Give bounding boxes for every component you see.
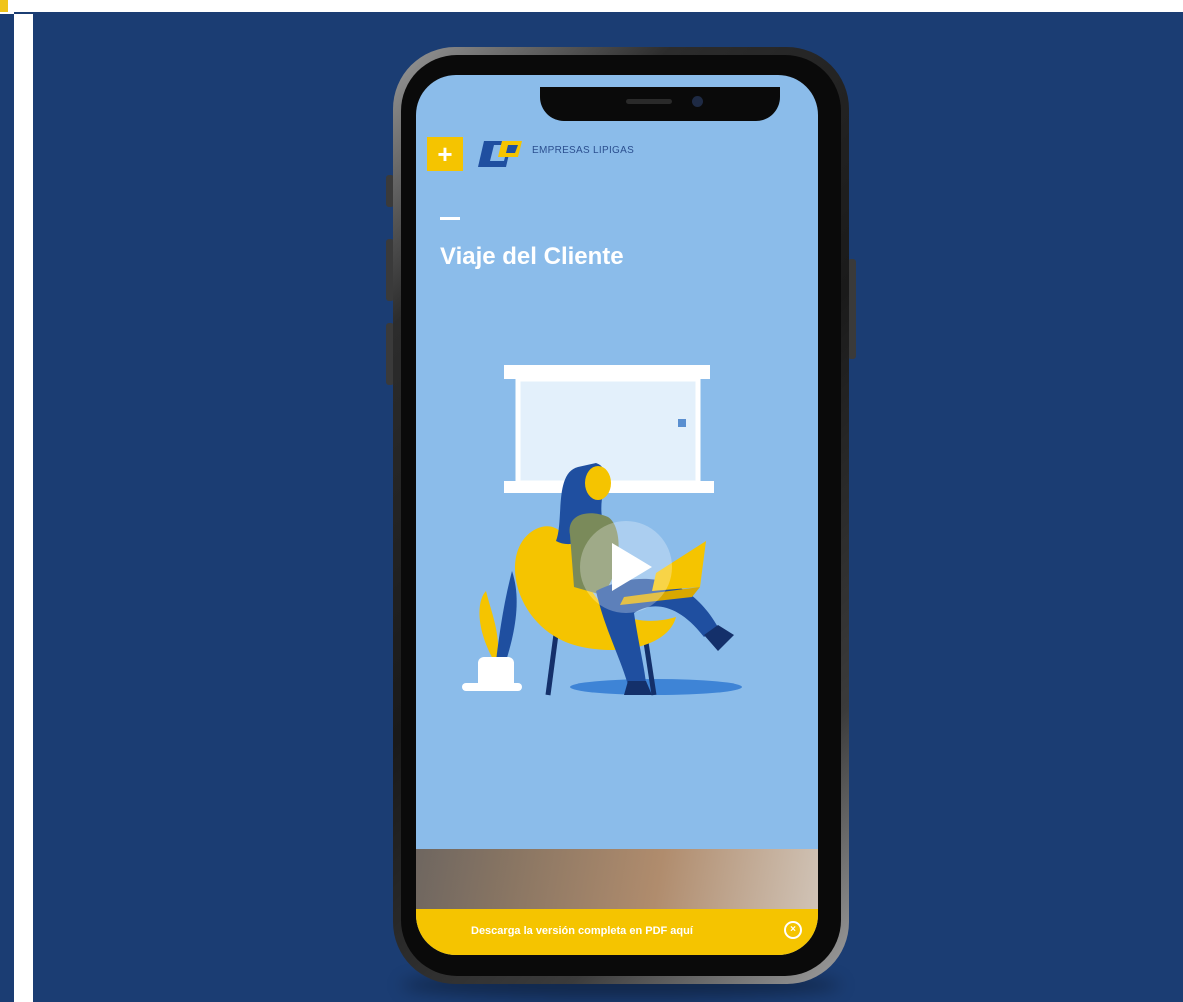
pdf-download-link[interactable]: Descarga la versión completa en PDF aquí bbox=[471, 925, 693, 937]
window-illustration bbox=[504, 365, 714, 493]
phone-notch bbox=[540, 87, 780, 121]
customer-journey-illustration bbox=[462, 365, 742, 696]
bottom-photo-preview bbox=[416, 849, 818, 909]
pdf-download-banner[interactable]: Descarga la versión completa en PDF aquí… bbox=[416, 909, 818, 955]
phone-power-button bbox=[848, 259, 856, 359]
speaker-grille bbox=[626, 99, 672, 104]
corner-mark bbox=[0, 0, 8, 12]
front-camera bbox=[692, 96, 703, 107]
presentation-stage: + EMPRESAS LIPIGAS Viaje del Cliente Des… bbox=[33, 14, 1183, 1002]
menu-plus-button[interactable]: + bbox=[427, 137, 463, 171]
title-accent-dash bbox=[440, 217, 460, 220]
page-title: Viaje del Cliente bbox=[440, 243, 624, 270]
brand-logo-icon bbox=[478, 141, 522, 167]
close-icon: × bbox=[790, 924, 796, 935]
left-edge-strip bbox=[0, 14, 14, 1002]
close-button[interactable]: × bbox=[784, 921, 802, 939]
phone-screen: + EMPRESAS LIPIGAS Viaje del Cliente Des… bbox=[416, 75, 818, 955]
plus-icon: + bbox=[437, 139, 453, 169]
plant-illustration bbox=[478, 571, 517, 689]
brand-name: EMPRESAS LIPIGAS bbox=[532, 145, 635, 156]
play-icon bbox=[580, 521, 672, 613]
phone-mockup: + EMPRESAS LIPIGAS Viaje del Cliente Des… bbox=[386, 47, 856, 998]
